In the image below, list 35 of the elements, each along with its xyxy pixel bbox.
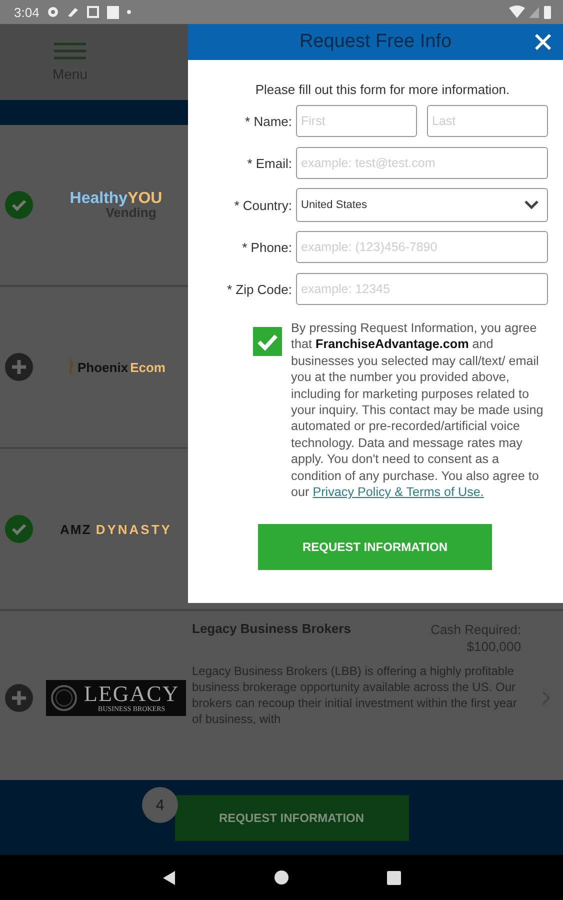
- close-icon: [533, 32, 553, 52]
- count-badge: 4: [142, 787, 178, 823]
- document-icon: [107, 6, 120, 18]
- listing-title[interactable]: Legacy Business Brokers: [192, 621, 351, 655]
- phoenix-logo: Phoenix Ecom: [66, 358, 166, 376]
- field-label: * Phone:: [241, 240, 292, 254]
- chevron-down-icon: [524, 200, 539, 210]
- home-icon[interactable]: [274, 870, 289, 885]
- form-intro: Please fill out this form for more information.: [254, 82, 511, 97]
- privacy-policy-link[interactable]: Privacy Policy & Terms of Use.: [312, 485, 484, 500]
- field-label: * Email:: [246, 156, 292, 170]
- system-status-icons: [509, 5, 553, 19]
- country-dropdown[interactable]: United States: [296, 188, 548, 222]
- request-information-button[interactable]: REQUEST INFORMATION: [258, 524, 492, 570]
- clock: 3:04: [14, 4, 40, 20]
- consent-text: By pressing Request Information, you agree that FranchiseAdvantage.com and businesses you selected may call/text/ email you at the number you provided above, including for marketing purposes related to your inquiry. This contact may be made using automated or pre-recorded/artificial voice technology. Data and message rates may apply. You don't need to consent as a condition of any purchase. You also agree to our Privacy Policy & Terms of Use.: [291, 320, 544, 500]
- menu-icon: [54, 42, 86, 60]
- consent-checkbox[interactable]: [253, 327, 282, 356]
- check-circle-icon[interactable]: [5, 191, 33, 219]
- field-label: * Name:: [244, 114, 292, 128]
- add-circle-icon[interactable]: [5, 353, 33, 381]
- dialog-title: Request Free Info: [299, 31, 452, 53]
- field-label: * Country:: [233, 198, 292, 212]
- check-circle-icon[interactable]: [5, 515, 33, 543]
- add-circle-icon[interactable]: [5, 684, 33, 712]
- dot-icon: [127, 10, 132, 14]
- calendar-icon: [87, 6, 100, 18]
- back-icon[interactable]: [162, 870, 176, 886]
- close-button[interactable]: [533, 32, 553, 52]
- settings-icon: [47, 6, 60, 18]
- amz-dynasty-logo: AMZ DYNASTY: [60, 522, 172, 536]
- wrench-icon: [67, 6, 80, 18]
- field-label: * Zip Code:: [226, 282, 292, 296]
- request-information-button[interactable]: REQUEST INFORMATION: [174, 794, 408, 840]
- recents-icon[interactable]: [387, 870, 401, 884]
